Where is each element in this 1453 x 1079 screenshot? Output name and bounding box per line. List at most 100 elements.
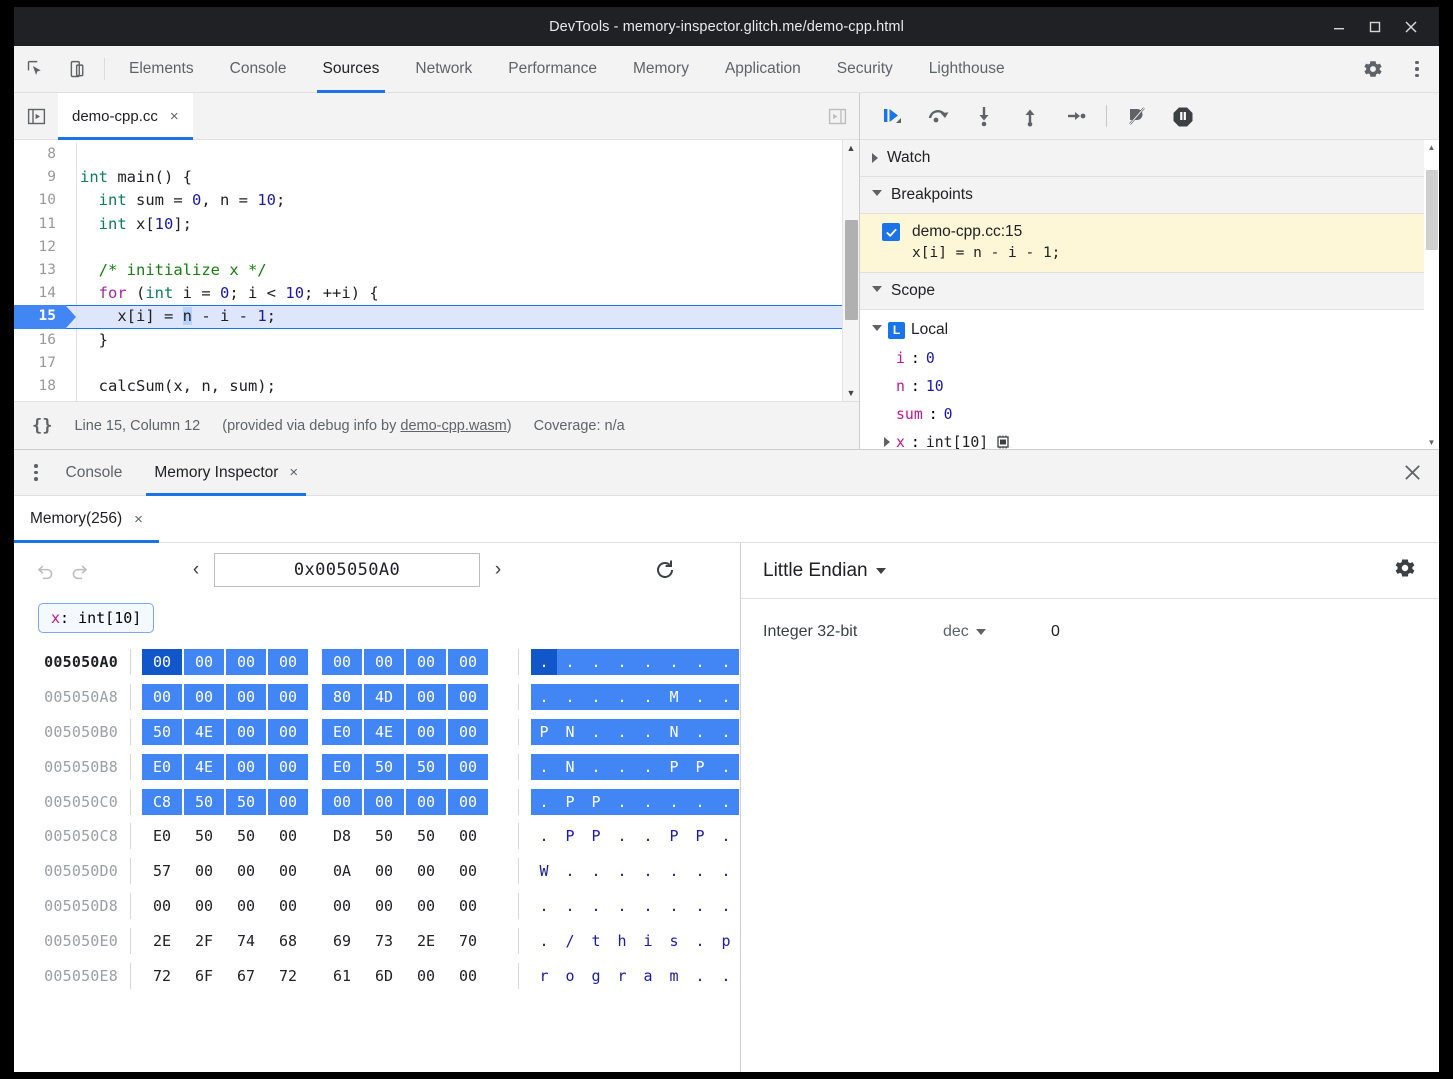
ascii-char[interactable]: .: [531, 649, 557, 675]
ascii-char[interactable]: t: [583, 928, 609, 954]
ascii-char[interactable]: .: [635, 649, 661, 675]
ascii-char[interactable]: .: [687, 649, 713, 675]
close-icon[interactable]: ×: [170, 109, 179, 124]
hex-row[interactable]: 005050E8 72 6F 67 72 61 6D 00 00: [14, 958, 740, 993]
hex-byte[interactable]: 73: [364, 928, 404, 954]
hex-byte[interactable]: 2E: [142, 928, 182, 954]
breakpoint-checkbox[interactable]: [882, 223, 900, 241]
memory-type-chip[interactable]: x: int[10]: [38, 603, 154, 633]
hex-byte[interactable]: 00: [268, 649, 308, 675]
ascii-char[interactable]: .: [557, 893, 583, 919]
ascii-char[interactable]: N: [557, 754, 583, 780]
deactivate-breakpoints-icon[interactable]: [1115, 96, 1159, 136]
ascii-char[interactable]: .: [713, 754, 739, 780]
previous-address-button[interactable]: ‹: [184, 559, 208, 581]
hex-byte[interactable]: 67: [226, 963, 266, 989]
ascii-char[interactable]: .: [635, 684, 661, 710]
hex-byte[interactable]: 00: [406, 858, 446, 884]
hex-byte[interactable]: 61: [322, 963, 362, 989]
hex-row[interactable]: 005050D8 00 00 00 00 00 00 00 00: [14, 889, 740, 924]
hex-row[interactable]: 005050D0 57 00 00 00 0A 00 00 00: [14, 854, 740, 889]
hex-byte[interactable]: 00: [364, 789, 404, 815]
ascii-char[interactable]: .: [687, 719, 713, 745]
ascii-char[interactable]: P: [557, 823, 583, 849]
hex-byte[interactable]: E0: [142, 823, 182, 849]
memory-tab[interactable]: Memory(256) ×: [14, 496, 159, 542]
scroll-up-arrow[interactable]: ▲: [843, 140, 859, 156]
file-tab-demo-cpp-cc[interactable]: demo-cpp.cc ×: [58, 93, 193, 139]
ascii-char[interactable]: .: [531, 823, 557, 849]
show-debugger-icon[interactable]: [815, 93, 859, 139]
ascii-char[interactable]: .: [713, 719, 739, 745]
watch-section-header[interactable]: Watch: [860, 140, 1439, 177]
pretty-print-icon[interactable]: {}: [32, 416, 52, 436]
hex-row[interactable]: 005050B8 E0 4E 00 00 E0 50 50 00: [14, 749, 740, 784]
editor-scrollbar[interactable]: ▲ ▼: [842, 140, 859, 401]
hex-byte[interactable]: 4E: [184, 754, 224, 780]
hex-byte[interactable]: 00: [406, 963, 446, 989]
resume-script-execution-icon[interactable]: [870, 96, 914, 136]
ascii-char[interactable]: .: [583, 858, 609, 884]
hex-byte[interactable]: 00: [226, 754, 266, 780]
ascii-char[interactable]: P: [531, 719, 557, 745]
hex-byte[interactable]: 00: [406, 789, 446, 815]
ascii-char[interactable]: .: [583, 719, 609, 745]
minimize-icon[interactable]: [1321, 11, 1357, 43]
ascii-char[interactable]: .: [713, 963, 739, 989]
step-out-of-current-function-icon[interactable]: [1008, 96, 1052, 136]
tab-lighthouse[interactable]: Lighthouse: [911, 46, 1023, 92]
ascii-char[interactable]: .: [661, 893, 687, 919]
maximize-icon[interactable]: [1357, 11, 1393, 43]
memory-chip-icon[interactable]: [995, 434, 1011, 449]
more-vertical-icon[interactable]: [1395, 61, 1439, 78]
ascii-char[interactable]: i: [635, 928, 661, 954]
hex-byte[interactable]: 00: [322, 789, 362, 815]
ascii-char[interactable]: .: [661, 649, 687, 675]
ascii-char[interactable]: .: [531, 893, 557, 919]
hex-byte[interactable]: 0A: [322, 858, 362, 884]
hex-row[interactable]: 005050C8 E0 50 50 00 D8 50 50 00: [14, 819, 740, 854]
close-icon[interactable]: ×: [289, 465, 298, 480]
ascii-char[interactable]: .: [531, 754, 557, 780]
ascii-char[interactable]: .: [609, 858, 635, 884]
hex-row[interactable]: 005050E0 2E 2F 74 68 69 73 2E 70: [14, 923, 740, 958]
hex-byte[interactable]: 72: [268, 963, 308, 989]
ascii-char[interactable]: .: [557, 684, 583, 710]
chevron-right-icon[interactable]: [884, 437, 890, 447]
close-icon[interactable]: ×: [134, 512, 143, 527]
hex-byte[interactable]: 00: [226, 719, 266, 745]
ascii-char[interactable]: .: [687, 893, 713, 919]
hex-byte[interactable]: 4D: [364, 684, 404, 710]
hex-byte[interactable]: 00: [406, 649, 446, 675]
hex-byte[interactable]: 00: [406, 893, 446, 919]
ascii-char[interactable]: .: [687, 858, 713, 884]
ascii-char[interactable]: .: [531, 928, 557, 954]
hex-byte[interactable]: 50: [406, 754, 446, 780]
hex-byte[interactable]: 6F: [184, 963, 224, 989]
tab-performance[interactable]: Performance: [490, 46, 615, 92]
hex-byte[interactable]: 00: [142, 893, 182, 919]
ascii-char[interactable]: N: [557, 719, 583, 745]
tab-sources[interactable]: Sources: [305, 46, 398, 92]
ascii-char[interactable]: m: [661, 963, 687, 989]
hex-byte[interactable]: 00: [226, 649, 266, 675]
hex-byte[interactable]: 2E: [406, 928, 446, 954]
hex-byte[interactable]: 00: [268, 684, 308, 710]
hex-byte[interactable]: E0: [322, 719, 362, 745]
ascii-char[interactable]: P: [661, 754, 687, 780]
hex-byte[interactable]: 00: [364, 858, 404, 884]
hex-row[interactable]: 005050A0 00 00 00 00 00 00 00 00: [14, 645, 740, 680]
ascii-char[interactable]: p: [713, 928, 739, 954]
scrollbar-thumb[interactable]: [1426, 170, 1438, 250]
ascii-char[interactable]: .: [635, 893, 661, 919]
hex-byte[interactable]: 00: [226, 893, 266, 919]
hex-byte[interactable]: 50: [406, 823, 446, 849]
ascii-char[interactable]: .: [687, 963, 713, 989]
ascii-char[interactable]: P: [687, 823, 713, 849]
hex-row[interactable]: 005050C0 C8 50 50 00 00 00 00 00: [14, 784, 740, 819]
ascii-char[interactable]: .: [635, 719, 661, 745]
tab-network[interactable]: Network: [397, 46, 490, 92]
close-icon[interactable]: [1393, 11, 1429, 43]
hex-byte[interactable]: 00: [184, 893, 224, 919]
hex-byte[interactable]: 00: [322, 649, 362, 675]
